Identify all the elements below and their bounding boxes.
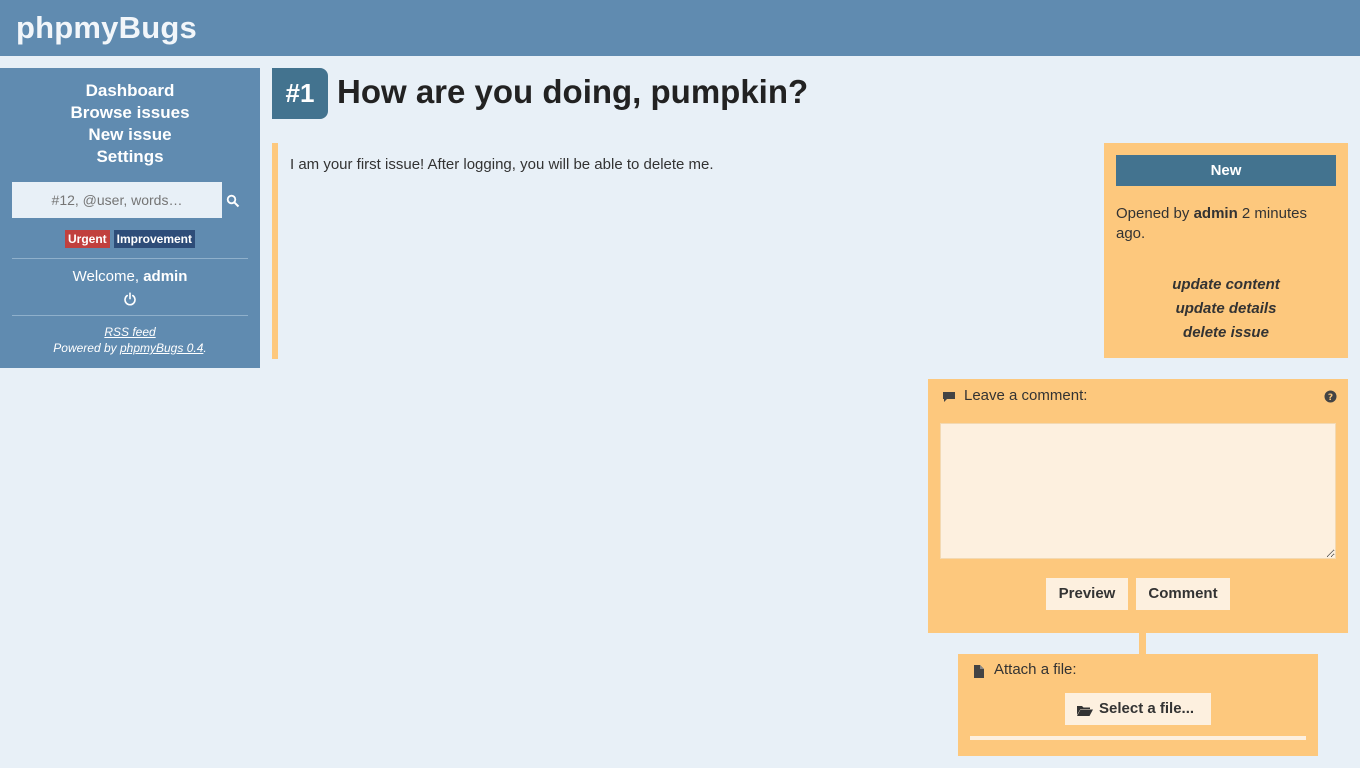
comment-textarea[interactable] (940, 423, 1336, 559)
comment-label: Leave a comment: (964, 387, 1088, 404)
sidebar-footer: RSS feed Powered by phpmyBugs 0.4. (0, 324, 260, 356)
connector-bar (1139, 633, 1146, 654)
welcome-user: admin (143, 268, 188, 285)
attach-label: Attach a file: (994, 661, 1077, 678)
attach-file-panel: Attach a file: Select a file... (958, 654, 1318, 756)
nav-new-issue[interactable]: New issue (0, 124, 260, 146)
tag-improvement[interactable]: Improvement (113, 230, 196, 248)
powered-prefix: Powered by (53, 341, 120, 355)
comment-button[interactable]: Comment (1136, 578, 1230, 610)
search-icon[interactable] (226, 194, 240, 208)
issue-content-text: I am your first issue! After logging, yo… (290, 156, 714, 173)
rss-feed-link[interactable]: RSS feed (104, 325, 155, 339)
comment-form: Leave a comment: ? Preview Comment (928, 379, 1348, 633)
sidebar: Dashboard Browse issues New issue Settin… (0, 68, 260, 368)
issue-actions: update content update details delete iss… (1104, 273, 1348, 345)
comment-icon (943, 392, 955, 402)
status-badge: New (1116, 155, 1336, 186)
search-input[interactable] (12, 182, 222, 218)
issue-title: How are you doing, pumpkin? (337, 73, 809, 110)
sidebar-divider (12, 258, 248, 259)
issue-details-panel: New Opened by admin 2 minutes ago. updat… (1104, 143, 1348, 358)
sidebar-divider (12, 315, 248, 316)
select-file-label: Select a file... (1099, 700, 1195, 717)
select-file-button[interactable]: Select a file... (1065, 693, 1211, 725)
issue-content: I am your first issue! After logging, yo… (272, 143, 1092, 359)
power-icon[interactable] (123, 292, 137, 306)
preview-button[interactable]: Preview (1046, 578, 1128, 610)
update-content-link[interactable]: update content (1104, 273, 1348, 297)
opened-user[interactable]: admin (1194, 205, 1238, 222)
app-brand[interactable]: phpmyBugs (16, 10, 197, 46)
nav-settings[interactable]: Settings (0, 146, 260, 168)
issue-number-badge: #1 (272, 68, 328, 119)
powered-suffix: . (203, 341, 207, 355)
svg-text:?: ? (1328, 393, 1333, 403)
search-form (12, 182, 248, 218)
nav-dashboard[interactable]: Dashboard (0, 80, 260, 102)
nav-browse-issues[interactable]: Browse issues (0, 102, 260, 124)
tag-list: Urgent Improvement (0, 230, 260, 248)
welcome-message: Welcome, admin (0, 268, 260, 285)
powered-by-link[interactable]: phpmyBugs 0.4 (120, 341, 203, 355)
opened-prefix: Opened by (1116, 205, 1194, 222)
opened-info: Opened by admin 2 minutes ago. (1116, 204, 1336, 244)
file-icon (974, 665, 984, 678)
upload-progress-bar (970, 736, 1306, 740)
top-bar: phpmyBugs (0, 0, 1360, 56)
update-details-link[interactable]: update details (1104, 297, 1348, 321)
tag-urgent[interactable]: Urgent (64, 230, 110, 248)
welcome-prefix: Welcome, (72, 268, 144, 285)
folder-open-icon (1077, 706, 1093, 716)
sidebar-nav: Dashboard Browse issues New issue Settin… (0, 80, 260, 168)
delete-issue-link[interactable]: delete issue (1104, 321, 1348, 345)
help-icon[interactable]: ? (1324, 390, 1337, 403)
